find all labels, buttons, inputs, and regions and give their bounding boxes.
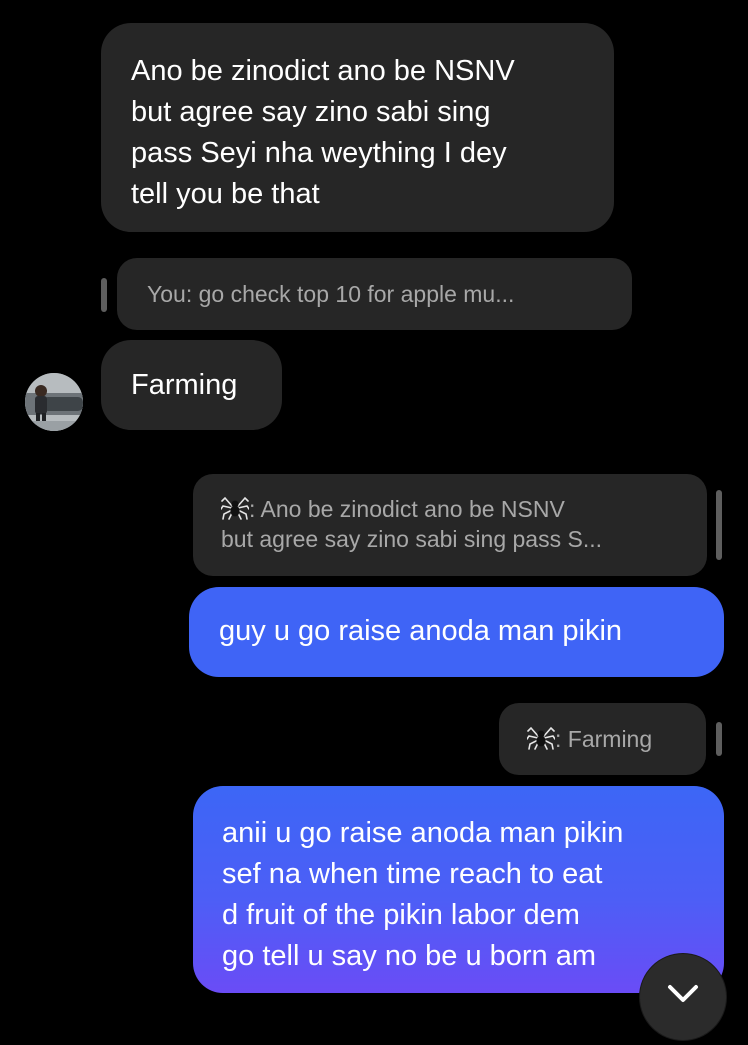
- message-line: tell you be that: [131, 178, 320, 210]
- reply-preview[interactable]: : Ano be zinodict ano be NSNV but agree …: [193, 474, 707, 576]
- incoming-message[interactable]: Farming: [101, 340, 282, 430]
- message-line: d fruit of the pikin labor dem: [222, 899, 580, 931]
- reply-indicator-bar: [716, 722, 722, 756]
- spider-emoji-icon: [221, 496, 249, 520]
- message-line: but agree say zino sabi sing: [131, 96, 491, 128]
- reply-preview-text: : Farming: [555, 726, 653, 752]
- avatar-photo: [25, 373, 83, 431]
- reply-preview[interactable]: : Farming: [499, 703, 706, 775]
- incoming-message[interactable]: Ano be zinodict ano be NSNV but agree sa…: [101, 23, 614, 232]
- message-line: go tell u say no be u born am: [222, 940, 597, 972]
- message-line: Ano be zinodict ano be NSNV: [131, 55, 515, 87]
- reply-preview-line: but agree say zino sabi sing pass S...: [221, 526, 602, 552]
- outgoing-message[interactable]: guy u go raise anoda man pikin: [189, 587, 724, 677]
- reply-indicator-bar: [101, 278, 107, 312]
- reply-preview-text: You: go check top 10 for apple mu...: [147, 281, 515, 307]
- reply-indicator-bar: [716, 490, 722, 560]
- reply-preview-text: : Ano be zinodict ano be NSNV: [249, 496, 565, 522]
- message-text: Farming: [131, 369, 238, 401]
- spider-emoji-icon: [527, 726, 555, 750]
- message-line: anii u go raise anoda man pikin: [222, 817, 624, 849]
- scroll-to-bottom-button[interactable]: [640, 954, 726, 1040]
- reply-preview[interactable]: You: go check top 10 for apple mu...: [117, 258, 632, 330]
- reply-preview-line: : Ano be zinodict ano be NSNV: [221, 494, 679, 524]
- avatar[interactable]: [25, 373, 83, 431]
- message-line: pass Seyi nha weything I dey: [131, 137, 507, 169]
- message-text: guy u go raise anoda man pikin: [219, 615, 623, 647]
- message-line: sef na when time reach to eat: [222, 858, 603, 890]
- chevron-down-icon: [668, 985, 698, 1002]
